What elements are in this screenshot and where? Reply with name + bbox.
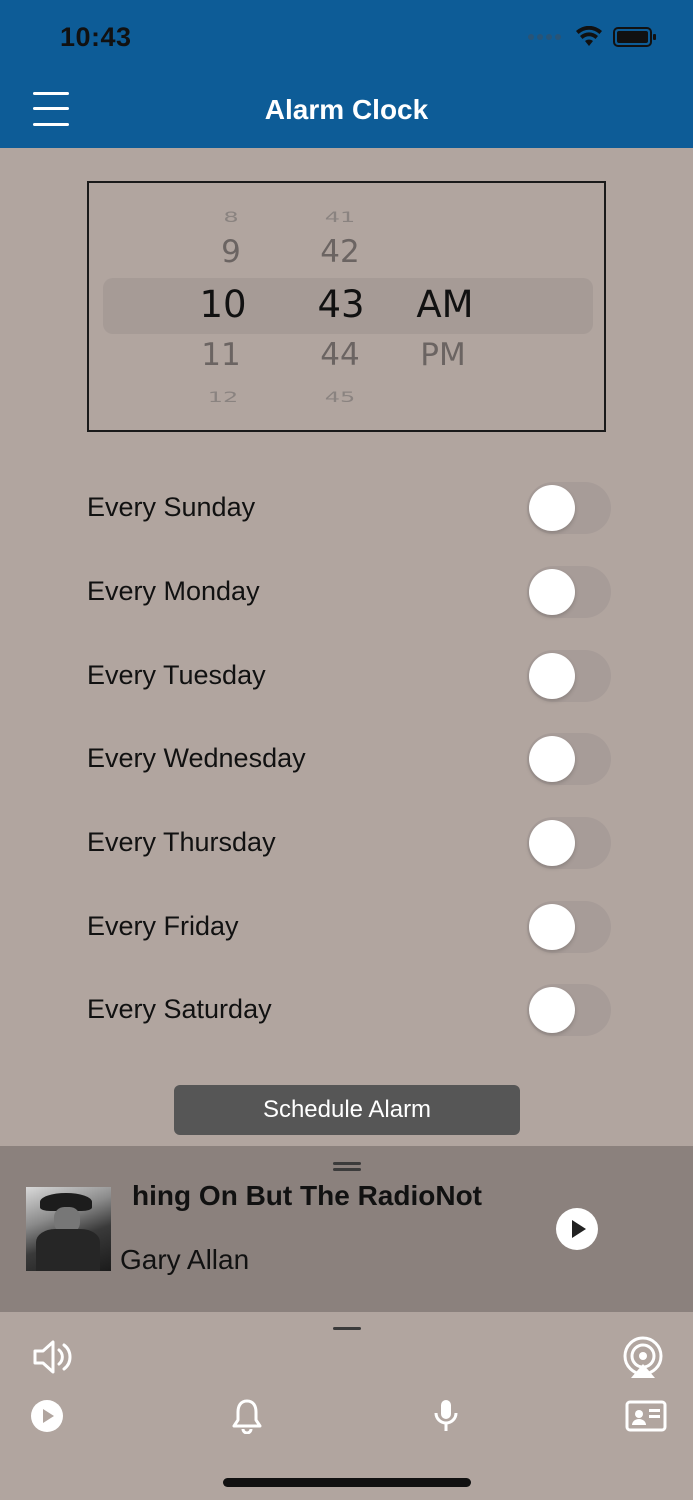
song-title: hing On But The RadioNot (132, 1180, 482, 1211)
day-label: Every Monday (87, 576, 260, 606)
schedule-alarm-button[interactable]: Schedule Alarm (174, 1085, 520, 1135)
now-playing-bar[interactable]: hing On But The RadioNot Gary Allan (0, 1146, 693, 1312)
toggle-knob (529, 736, 575, 782)
saturday-toggle[interactable] (527, 984, 611, 1036)
album-art (26, 1187, 111, 1271)
status-icons (528, 26, 657, 48)
minute-option[interactable]: 44 (290, 337, 390, 373)
hour-option[interactable]: 8 (181, 209, 281, 226)
monday-toggle[interactable] (527, 566, 611, 618)
day-label: Every Thursday (87, 827, 276, 857)
drawer-handle-icon[interactable] (333, 1327, 361, 1330)
period-option[interactable]: PM (393, 337, 493, 373)
minute-option[interactable]: 45 (290, 389, 390, 406)
speaker-icon[interactable] (31, 1338, 73, 1381)
toggle-knob (529, 569, 575, 615)
signal-icon (528, 34, 561, 40)
wifi-icon (576, 26, 602, 46)
day-row-monday: Every Monday (87, 566, 611, 618)
drag-handle-icon[interactable] (333, 1168, 361, 1171)
day-label: Every Friday (87, 911, 239, 941)
tuesday-toggle[interactable] (527, 650, 611, 702)
period-selected[interactable]: AM (395, 283, 495, 326)
app-header: 10:43 Alarm Clock (0, 0, 693, 148)
toggle-knob (529, 820, 575, 866)
page-title: Alarm Clock (264, 94, 429, 125)
thursday-toggle[interactable] (527, 817, 611, 869)
day-row-sunday: Every Sunday (87, 482, 611, 534)
artist-name: Gary Allan (120, 1244, 250, 1275)
airplay-icon[interactable] (621, 1336, 665, 1383)
mini-play-button[interactable] (556, 1208, 598, 1250)
toggle-knob (529, 485, 575, 531)
day-row-saturday: Every Saturday (87, 984, 611, 1036)
day-label: Every Tuesday (87, 660, 266, 690)
play-icon[interactable] (30, 1399, 64, 1438)
day-row-friday: Every Friday (87, 901, 611, 953)
day-row-thursday: Every Thursday (87, 817, 611, 869)
bell-icon[interactable] (232, 1398, 262, 1439)
time-picker[interactable]: 8 9 10 11 12 41 42 43 44 45 AM PM (87, 181, 606, 432)
home-indicator[interactable] (223, 1478, 471, 1487)
day-label: Every Sunday (87, 492, 256, 522)
hour-selected[interactable]: 10 (173, 283, 273, 326)
sunday-toggle[interactable] (527, 482, 611, 534)
drag-handle-icon[interactable] (333, 1162, 361, 1165)
hour-option[interactable]: 9 (181, 234, 281, 270)
microphone-icon[interactable] (433, 1398, 459, 1439)
hour-option[interactable]: 11 (171, 337, 271, 373)
hour-option[interactable]: 12 (173, 389, 273, 406)
contact-card-icon[interactable] (625, 1400, 667, 1437)
friday-toggle[interactable] (527, 901, 611, 953)
wednesday-toggle[interactable] (527, 733, 611, 785)
day-label: Every Saturday (87, 994, 272, 1024)
day-label: Every Wednesday (87, 743, 306, 773)
battery-icon (613, 27, 656, 47)
bottom-toolbar (0, 1312, 693, 1500)
song-title-marquee: hing On But The RadioNot (120, 1180, 482, 1220)
minute-option[interactable]: 42 (290, 234, 390, 270)
day-row-tuesday: Every Tuesday (87, 650, 611, 702)
day-row-wednesday: Every Wednesday (87, 733, 611, 785)
minute-option[interactable]: 41 (290, 209, 390, 226)
minute-selected[interactable]: 43 (291, 283, 391, 326)
status-time: 10:43 (60, 22, 132, 52)
toggle-knob (529, 987, 575, 1033)
toggle-knob (529, 904, 575, 950)
toggle-knob (529, 653, 575, 699)
